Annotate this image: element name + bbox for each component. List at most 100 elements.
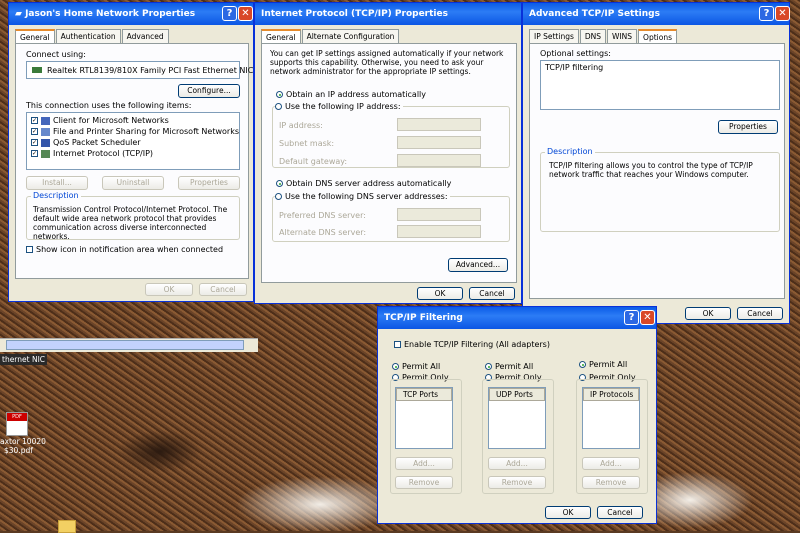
properties-button[interactable]: Properties <box>178 176 240 190</box>
list-item[interactable]: ✓ QoS Packet Scheduler <box>31 138 141 147</box>
enable-filtering-option[interactable]: Enable TCP/IP Filtering (All adapters) <box>394 340 550 349</box>
advanced-button[interactable]: Advanced... <box>448 258 508 272</box>
subnet-mask-field[interactable] <box>397 136 481 149</box>
alternate-dns-field[interactable] <box>397 225 481 238</box>
item-label: Client for Microsoft Networks <box>53 116 169 125</box>
tab-advanced[interactable]: Advanced <box>121 29 169 44</box>
radio-icon[interactable] <box>392 363 399 370</box>
ok-button[interactable]: OK <box>145 283 193 296</box>
general-panel: Connect using: Realtek RTL8139/810X Fami… <box>15 43 253 279</box>
show-icon-checkbox[interactable] <box>26 246 33 253</box>
use-dns-option[interactable]: Use the following DNS server addresses: <box>275 192 450 201</box>
tab-alternate-configuration[interactable]: Alternate Configuration <box>301 29 400 44</box>
scroll-bar[interactable] <box>6 340 244 350</box>
description-text: Transmission Control Protocol/Internet P… <box>33 205 228 241</box>
tab-ip-settings[interactable]: IP Settings <box>529 29 579 44</box>
optional-settings-label: Optional settings: <box>540 49 611 58</box>
options-panel: Optional settings: TCP/IP filtering Prop… <box>529 43 785 299</box>
title-bar[interactable]: ▰ Jason's Home Network Properties <box>9 3 253 25</box>
radio-icon[interactable] <box>275 103 282 110</box>
protocol-icon <box>41 149 50 158</box>
description-label: Description <box>31 191 81 200</box>
option-label: Permit All <box>589 360 628 369</box>
ok-button[interactable]: OK <box>685 307 731 320</box>
help-button[interactable]: ? <box>624 310 639 325</box>
tab-authentication[interactable]: Authentication <box>55 29 121 44</box>
close-button[interactable]: ✕ <box>238 6 253 21</box>
enable-filtering-checkbox[interactable] <box>394 341 401 348</box>
tcp-remove-button[interactable]: Remove <box>395 476 453 489</box>
connect-using-label: Connect using: <box>26 50 86 59</box>
ok-button[interactable]: OK <box>417 287 463 300</box>
ip-address-label: IP address: <box>279 121 323 130</box>
ip-add-button[interactable]: Add... <box>582 457 640 470</box>
ok-button[interactable]: OK <box>545 506 591 519</box>
desktop-icon-label[interactable]: axtor 10020 <box>0 437 46 446</box>
preferred-dns-field[interactable] <box>397 208 481 221</box>
ip-permit-all[interactable]: Permit All <box>579 360 627 369</box>
close-button[interactable]: ✕ <box>775 6 790 21</box>
cancel-button[interactable]: Cancel <box>199 283 247 296</box>
ip-address-field[interactable] <box>397 118 481 131</box>
udp-permit-all[interactable]: Permit All <box>485 362 533 371</box>
general-panel: You can get IP settings assigned automat… <box>261 43 517 283</box>
properties-button[interactable]: Properties <box>718 120 778 134</box>
radio-icon[interactable] <box>275 193 282 200</box>
radio-icon[interactable] <box>276 180 283 187</box>
list-item[interactable]: TCP/IP filtering <box>545 63 603 72</box>
list-item[interactable]: ✓ File and Printer Sharing for Microsoft … <box>31 127 239 136</box>
help-button[interactable]: ? <box>222 6 237 21</box>
use-ip-option[interactable]: Use the following IP address: <box>275 102 403 111</box>
title-bar[interactable]: Internet Protocol (TCP/IP) Properties <box>255 3 521 25</box>
ip-group: Use the following IP address: IP address… <box>272 102 510 168</box>
check-icon[interactable]: ✓ <box>31 128 38 135</box>
list-item[interactable]: ✓ Internet Protocol (TCP/IP) <box>31 149 153 158</box>
radio-icon[interactable] <box>276 91 283 98</box>
default-gateway-field[interactable] <box>397 154 481 167</box>
ip-remove-button[interactable]: Remove <box>582 476 640 489</box>
check-icon[interactable]: ✓ <box>31 150 38 157</box>
check-icon[interactable]: ✓ <box>31 139 38 146</box>
tab-wins[interactable]: WINS <box>607 29 638 44</box>
option-label: Use the following DNS server addresses: <box>285 192 448 201</box>
title-bar[interactable]: TCP/IP Filtering <box>378 307 656 329</box>
udp-add-button[interactable]: Add... <box>488 457 546 470</box>
list-item[interactable]: ✓ Client for Microsoft Networks <box>31 116 169 125</box>
configure-button[interactable]: Configure... <box>178 84 240 98</box>
pdf-file-icon[interactable]: PDF <box>6 412 28 436</box>
window-title: Advanced TCP/IP Settings <box>529 9 660 19</box>
ip-protocols-header: IP Protocols <box>583 388 639 401</box>
show-icon-label: Show icon in notification area when conn… <box>36 245 224 254</box>
check-icon[interactable]: ✓ <box>31 117 38 124</box>
obtain-dns-auto-option[interactable]: Obtain DNS server address automatically <box>276 179 451 188</box>
description-text: TCP/IP filtering allows you to control t… <box>549 161 753 179</box>
uninstall-button[interactable]: Uninstall <box>102 176 164 190</box>
close-button[interactable]: ✕ <box>640 310 655 325</box>
window-title: Internet Protocol (TCP/IP) Properties <box>261 9 448 19</box>
radio-icon[interactable] <box>579 361 586 368</box>
scheduler-icon <box>41 138 50 147</box>
tcp-add-button[interactable]: Add... <box>395 457 453 470</box>
option-label: Obtain DNS server address automatically <box>286 179 452 188</box>
show-icon-option[interactable]: Show icon in notification area when conn… <box>26 245 223 254</box>
tcp-permit-all[interactable]: Permit All <box>392 362 440 371</box>
advanced-tcpip-window: Advanced TCP/IP Settings ? ✕ IP Settings… <box>522 2 790 324</box>
preferred-dns-label: Preferred DNS server: <box>279 211 366 220</box>
optional-settings-list: TCP/IP filtering <box>540 60 780 110</box>
tab-dns[interactable]: DNS <box>579 29 607 44</box>
status-text: thernet NIC <box>0 354 48 365</box>
title-bar[interactable]: Advanced TCP/IP Settings <box>523 3 789 25</box>
radio-icon[interactable] <box>485 363 492 370</box>
cancel-button[interactable]: Cancel <box>597 506 643 519</box>
default-gateway-label: Default gateway: <box>279 157 348 166</box>
cancel-button[interactable]: Cancel <box>737 307 783 320</box>
desktop-icon-label-2[interactable]: $30.pdf <box>4 446 33 455</box>
folder-icon[interactable] <box>58 520 76 533</box>
udp-remove-button[interactable]: Remove <box>488 476 546 489</box>
help-button[interactable]: ? <box>759 6 774 21</box>
description-group: Description Transmission Control Protoco… <box>26 191 240 241</box>
obtain-ip-auto-option[interactable]: Obtain an IP address automatically <box>276 90 426 99</box>
option-label: Use the following IP address: <box>285 102 401 111</box>
install-button[interactable]: Install... <box>26 176 88 190</box>
cancel-button[interactable]: Cancel <box>469 287 515 300</box>
